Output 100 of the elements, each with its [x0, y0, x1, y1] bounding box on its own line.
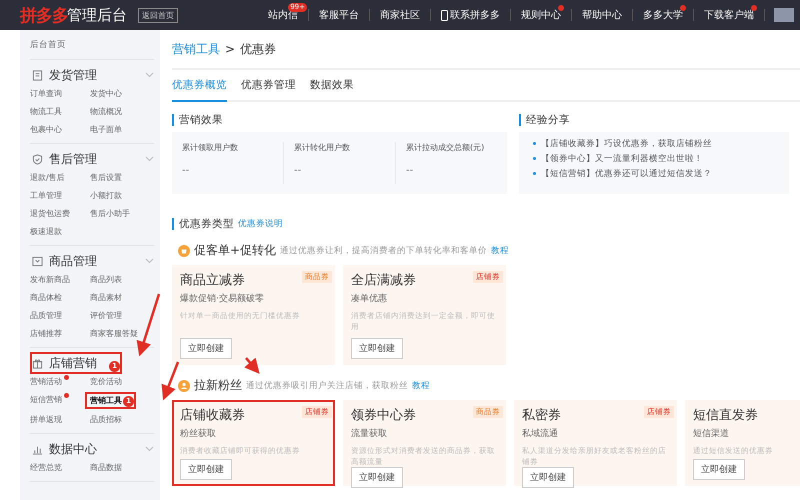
annotation-arrow — [136, 294, 160, 356]
sidebar-item[interactable]: 退款/售后 — [30, 170, 65, 185]
create-button[interactable]: 立即创建 — [693, 459, 745, 480]
sidebar-item[interactable]: 商品列表 — [90, 272, 122, 287]
coupon-subtitle: 私域流通 — [522, 428, 559, 440]
breadcrumb-link[interactable]: 营销工具 — [172, 40, 220, 58]
tab[interactable]: 优惠券概览 — [172, 70, 227, 102]
stat-label: 累计拉动成交总额(元) — [406, 142, 486, 153]
sidebar-item[interactable]: 售后设置 — [90, 170, 122, 185]
shopping-bag-icon — [178, 244, 190, 256]
coupon-name: 商品立减券 — [180, 272, 245, 289]
gift-icon — [32, 358, 43, 368]
sidebar-item[interactable]: 营销活动 — [30, 374, 69, 389]
chevron-icon — [145, 156, 154, 162]
sidebar-item[interactable]: 发货中心 — [90, 86, 122, 101]
coupon-subtitle: 凑单优惠 — [351, 292, 388, 305]
sidebar-item[interactable]: 评价管理 — [90, 308, 122, 323]
home-link[interactable]: 返回首页 — [138, 8, 178, 22]
box-icon — [32, 256, 43, 266]
group-description: 通过优惠券让利，提高消费者的下单转化率和客单价 — [280, 244, 488, 256]
help-link[interactable]: 优惠券说明 — [238, 218, 283, 230]
sidebar-section-header[interactable]: 数据中心 — [30, 438, 154, 460]
section-heading: 优惠券类型 — [172, 218, 234, 230]
sidebar-item[interactable]: 店铺推荐 — [30, 326, 62, 341]
sidebar-item[interactable]: 品质管理 — [30, 308, 62, 323]
stat-value: -- — [182, 165, 190, 176]
group-title: 促客单+促转化 — [194, 242, 276, 259]
sidebar-item[interactable]: 订单查询 — [30, 86, 62, 101]
sidebar-item[interactable]: 物流工具 — [30, 104, 62, 119]
breadcrumb-separator: > — [225, 42, 236, 56]
sidebar-section-header[interactable]: 发货管理 — [30, 64, 154, 86]
group-title: 拉新粉丝 — [194, 377, 242, 394]
brand-logo: 拼多多 — [20, 4, 68, 26]
create-button[interactable]: 立即创建 — [180, 459, 232, 480]
nav-link[interactable]: 多多大学 — [638, 0, 688, 30]
document-icon — [32, 70, 43, 80]
annotation-arrow — [244, 357, 260, 374]
sidebar-item[interactable]: 包裹中心 — [30, 122, 62, 137]
sidebar-item[interactable]: 商品数据 — [90, 460, 122, 475]
create-button[interactable]: 立即创建 — [180, 338, 232, 359]
sidebar-item[interactable]: 售后小助手 — [90, 206, 130, 221]
create-button[interactable]: 立即创建 — [522, 467, 574, 488]
create-button[interactable]: 立即创建 — [351, 338, 403, 359]
nav-link[interactable]: 联系拼多多 — [436, 0, 505, 30]
sidebar-item[interactable]: 竞价活动 — [90, 374, 122, 389]
sidebar-item[interactable]: 拼单返现 — [30, 412, 62, 427]
coupon-name: 全店满减券 — [351, 272, 416, 289]
coupon-subtitle: 粉丝获取 — [180, 428, 217, 440]
article-link[interactable]: 【店铺收藏券】巧设优惠券，获取店铺粉丝 — [533, 138, 779, 150]
nav-link[interactable]: 帮助中心 — [577, 0, 627, 30]
sidebar-section-header[interactable]: 售后管理 — [30, 148, 154, 170]
sidebar-item[interactable]: 电子面单 — [90, 122, 122, 137]
person-icon — [178, 380, 190, 392]
section-title: 售后管理 — [49, 150, 97, 168]
section-title: 店铺营销 — [49, 354, 97, 372]
avatar[interactable] — [774, 8, 794, 22]
stat-value: -- — [406, 165, 414, 176]
coupon-name: 私密券 — [522, 407, 561, 424]
sidebar-item[interactable]: 极速退款 — [30, 224, 62, 239]
tutorial-link[interactable]: 教程 — [491, 244, 510, 256]
annotation-arrow — [162, 362, 180, 400]
nav-link[interactable]: 商家社区 — [375, 0, 425, 30]
coupon-subtitle: 短信渠道 — [693, 428, 730, 440]
app-title: 管理后台 — [67, 6, 127, 24]
article-link[interactable]: 【短信营销】优惠券还可以通过短信发送？ — [533, 168, 779, 180]
sidebar-item[interactable]: 短信营销 — [30, 392, 69, 409]
coupon-subtitle: 流量获取 — [351, 428, 388, 440]
sidebar-home-link[interactable]: 后台首页 — [30, 36, 154, 60]
chevron-icon — [145, 72, 154, 78]
sidebar-item[interactable]: 商家客服答疑 — [90, 326, 138, 341]
section-title: 数据中心 — [49, 440, 97, 458]
sidebar-section-header[interactable]: 商品管理 — [30, 250, 154, 272]
sidebar-item[interactable]: 小额打款 — [90, 188, 122, 203]
phone-icon — [441, 10, 448, 20]
sidebar-item[interactable]: 发布新商品 — [30, 272, 70, 287]
nav-link[interactable]: 下载客户端 — [699, 0, 759, 30]
section-title: 发货管理 — [49, 66, 97, 84]
coupon-subtitle: 爆款促销·交易额破零 — [180, 292, 265, 305]
nav-link[interactable]: 规则中心 — [516, 0, 566, 30]
chevron-icon — [145, 446, 154, 452]
sidebar-item[interactable]: 品质招标 — [90, 412, 122, 427]
stat-label: 累计转化用户数 — [294, 142, 351, 153]
tutorial-link[interactable]: 教程 — [412, 380, 430, 392]
sidebar-item[interactable]: 工单管理 — [30, 188, 62, 203]
sidebar-item[interactable]: 退货包运费 — [30, 206, 70, 221]
sidebar-item[interactable]: 物流概况 — [90, 104, 122, 119]
coupon-name: 店铺收藏券 — [180, 407, 245, 424]
section-heading: 经验分享 — [519, 114, 789, 126]
tab[interactable]: 优惠券管理 — [241, 70, 296, 102]
shield-icon — [32, 154, 43, 164]
nav-link[interactable]: 客服平台 — [314, 0, 364, 30]
sidebar-item[interactable]: 经营总览 — [30, 460, 62, 475]
stat-value: -- — [294, 165, 302, 176]
tab[interactable]: 数据效果 — [310, 70, 354, 102]
section-heading: 营销效果 — [172, 114, 507, 126]
group-description: 通过优惠券吸引用户关注店铺，获取粉丝 — [246, 380, 408, 392]
create-button[interactable]: 立即创建 — [351, 467, 403, 488]
article-link[interactable]: 【领券中心】又一流量利器横空出世啦！ — [533, 153, 779, 165]
sidebar-item[interactable]: 商品素材 — [90, 290, 122, 305]
sidebar-item[interactable]: 商品体检 — [30, 290, 62, 305]
